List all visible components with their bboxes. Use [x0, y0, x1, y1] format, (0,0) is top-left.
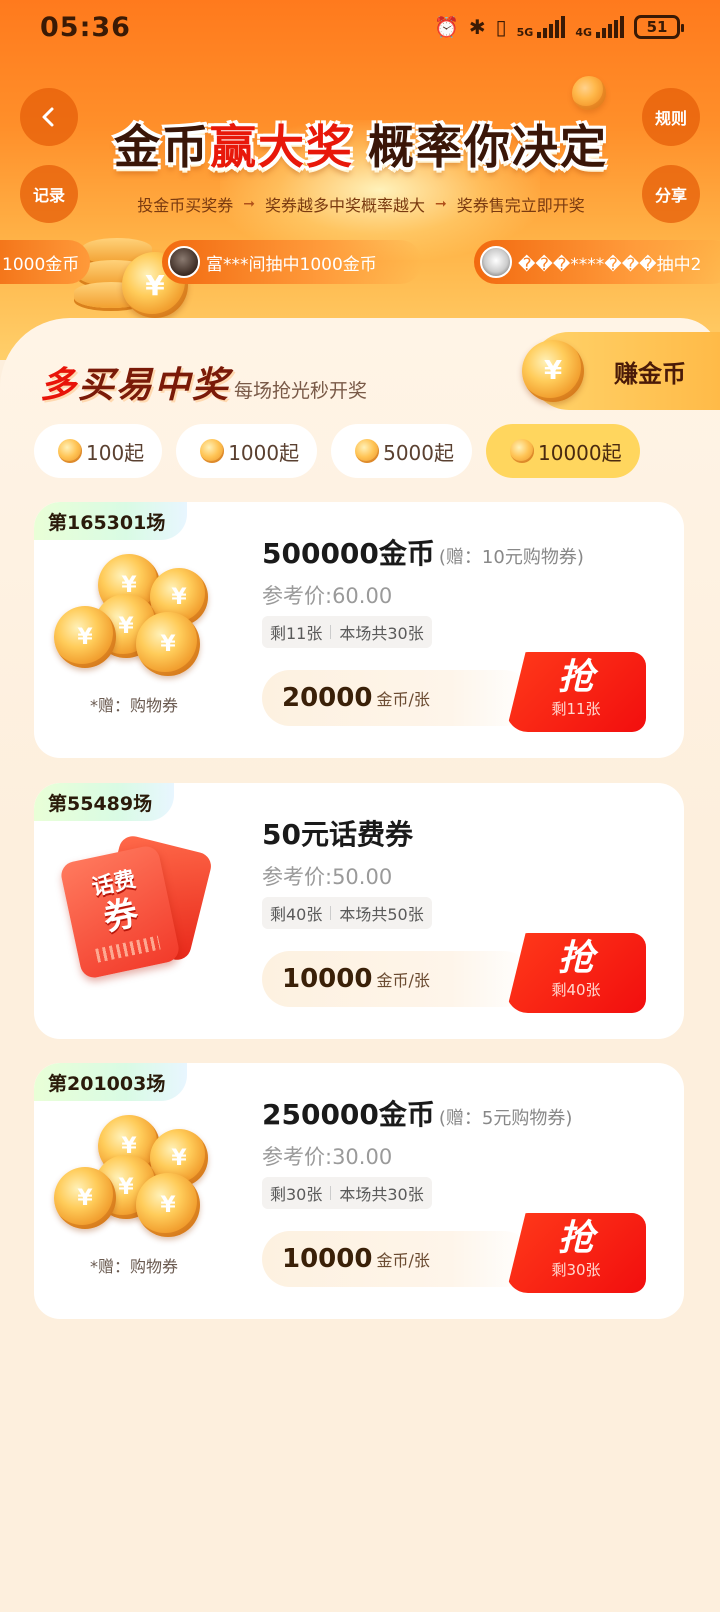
total-count: 本场共30张 [339, 1185, 424, 1204]
price-unit: 金币/张 [376, 690, 430, 709]
grab-button[interactable]: 抢 剩11张 [506, 652, 646, 732]
avatar [480, 246, 512, 278]
signal-5g-icon: 5G [517, 16, 566, 38]
arrow-right-icon: ➞ [435, 196, 447, 212]
stock-info: 剩30张 本场共30张 [262, 1177, 432, 1209]
grab-button[interactable]: 抢 剩40张 [506, 933, 646, 1013]
coin-icon: ¥ [54, 1167, 116, 1229]
gift-note: *赠：购物券 [89, 1257, 178, 1276]
price-unit: 金币/张 [376, 1251, 430, 1270]
reference-price: 参考价:30.00 [262, 1145, 393, 1169]
avatar [168, 246, 200, 278]
section-subtitle: 每场抢光秒开奖 [234, 380, 368, 402]
price-per-ticket: 20000 金币/张 [262, 670, 532, 726]
step-3: 奖券售完立即开奖 [456, 196, 585, 215]
title-part-1: 金币赢大奖 [114, 120, 354, 174]
step-1: 投金币买奖券 [137, 196, 234, 215]
winners-ticker: 1000金币 富***间抽中1000金币 ���****���抽中2 [0, 240, 720, 284]
record-button[interactable]: 记录 [20, 165, 78, 223]
stock-info: 剩40张 本场共50张 [262, 897, 432, 929]
ticker-item: ���****���抽中2 [474, 240, 720, 284]
coin-icon [572, 76, 606, 110]
reference-price: 参考价:60.00 [262, 584, 393, 608]
share-button[interactable]: 分享 [642, 165, 700, 223]
ticker-item: 1000金币 [0, 240, 90, 284]
gift-label: (赠：10元购物券) [438, 547, 584, 568]
price-per-ticket: 10000 金币/张 [262, 1231, 532, 1287]
prize-name: 250000金币 (赠：5元购物券) [262, 1098, 573, 1131]
coin-icon [510, 439, 534, 463]
voucher-text: 话费 券 [89, 867, 142, 940]
grab-label: 抢 [557, 1218, 594, 1259]
coins-prize-image: ¥ ¥ ¥ ¥ ¥ [54, 550, 224, 700]
back-button[interactable] [20, 88, 78, 146]
bluetooth-icon: ✱ [468, 15, 486, 39]
coin-icon [58, 439, 82, 463]
reference-price: 参考价:50.00 [262, 865, 393, 889]
step-2: 奖券越多中奖概率越大 [264, 196, 425, 215]
ticket-price: 10000 [282, 1244, 373, 1274]
stock-info: 剩11张 本场共30张 [262, 616, 432, 648]
coin-icon: ¥ [136, 612, 200, 676]
remaining-count: 剩11张 [270, 624, 323, 643]
title-part-2: 概率你决定 [368, 120, 608, 174]
ticket-price: 20000 [282, 683, 373, 713]
round-number: 第201003场 [34, 1063, 188, 1101]
earn-coins-label: 赚金币 [614, 359, 686, 388]
section-title: 多买易中奖 [40, 365, 231, 406]
coin-icon: ¥ [54, 606, 116, 668]
voucher-barcode [95, 935, 161, 963]
grab-remaining: 剩11张 [551, 700, 601, 718]
divider [330, 625, 332, 639]
grab-label: 抢 [557, 657, 594, 698]
total-count: 本场共50张 [339, 905, 424, 924]
chevron-left-icon [42, 107, 54, 127]
coin-icon [200, 439, 225, 463]
price-filter-tabs: 100起 1000起 5000起 10000起 [34, 424, 640, 478]
total-count: 本场共30张 [339, 624, 424, 643]
status-icons: ⏰ ✱ ▯ 5G 4G 51 [433, 15, 684, 39]
price-per-ticket: 10000 金币/张 [262, 951, 532, 1007]
grab-remaining: 剩30张 [551, 1261, 601, 1279]
filter-tab-100[interactable]: 100起 [34, 424, 163, 478]
prize-card[interactable]: 第201003场 ¥ ¥ ¥ ¥ ¥ *赠：购物券 250000金币 (赠：5元购… [34, 1063, 684, 1319]
coins-prize-image: ¥ ¥ ¥ ¥ ¥ [54, 1111, 224, 1261]
signal-4g-icon: 4G [575, 16, 624, 38]
remaining-count: 剩30张 [270, 1185, 323, 1204]
divider [330, 906, 332, 920]
remaining-count: 剩40张 [270, 905, 323, 924]
how-it-works: 投金币买奖券 ➞ 奖券越多中奖概率越大 ➞ 奖券售完立即开奖 [96, 191, 626, 217]
status-bar: 05:36 ⏰ ✱ ▯ 5G 4G 51 [0, 0, 720, 54]
vibrate-icon: ▯ [495, 15, 507, 39]
ticker-item: 富***间抽中1000金币 [162, 240, 422, 284]
arrow-right-icon: ➞ [243, 196, 255, 212]
round-number: 第55489场 [34, 783, 175, 821]
hero-banner: ¥ [0, 0, 720, 360]
prize-name: 50元话费券 [262, 818, 413, 851]
divider [330, 1186, 332, 1200]
filter-tab-10000[interactable]: 10000起 [486, 424, 640, 478]
filter-tab-5000[interactable]: 5000起 [331, 424, 472, 478]
prize-name: 500000金币 (赠：10元购物券) [262, 537, 584, 570]
price-unit: 金币/张 [376, 971, 430, 990]
coin-icon: ¥ [522, 340, 584, 402]
grab-button[interactable]: 抢 剩30张 [506, 1213, 646, 1293]
phone-voucher-image: 话费 券 [58, 833, 214, 981]
gift-label: (赠：5元购物券) [438, 1108, 573, 1129]
status-time: 05:36 [40, 11, 131, 43]
grab-label: 抢 [557, 938, 594, 979]
rules-button[interactable]: 规则 [642, 88, 700, 146]
coin-icon: ¥ [136, 1173, 200, 1237]
gift-note: *赠：购物券 [89, 696, 178, 715]
coin-icon [355, 439, 380, 463]
grab-remaining: 剩40张 [551, 981, 601, 999]
alarm-icon: ⏰ [433, 15, 459, 39]
round-number: 第165301场 [34, 502, 188, 540]
filter-tab-1000[interactable]: 1000起 [176, 424, 318, 478]
prize-card[interactable]: 第55489场 话费 券 50元话费券 参考价:50.00 剩40张 本场共50… [34, 783, 684, 1039]
battery-icon: 51 [634, 15, 684, 39]
prize-card[interactable]: 第165301场 ¥ ¥ ¥ ¥ ¥ *赠：购物券 500000金币 (赠：10元… [34, 502, 684, 758]
ticket-price: 10000 [282, 964, 373, 994]
page-title: 金币赢大奖 概率你决定 [106, 112, 616, 176]
